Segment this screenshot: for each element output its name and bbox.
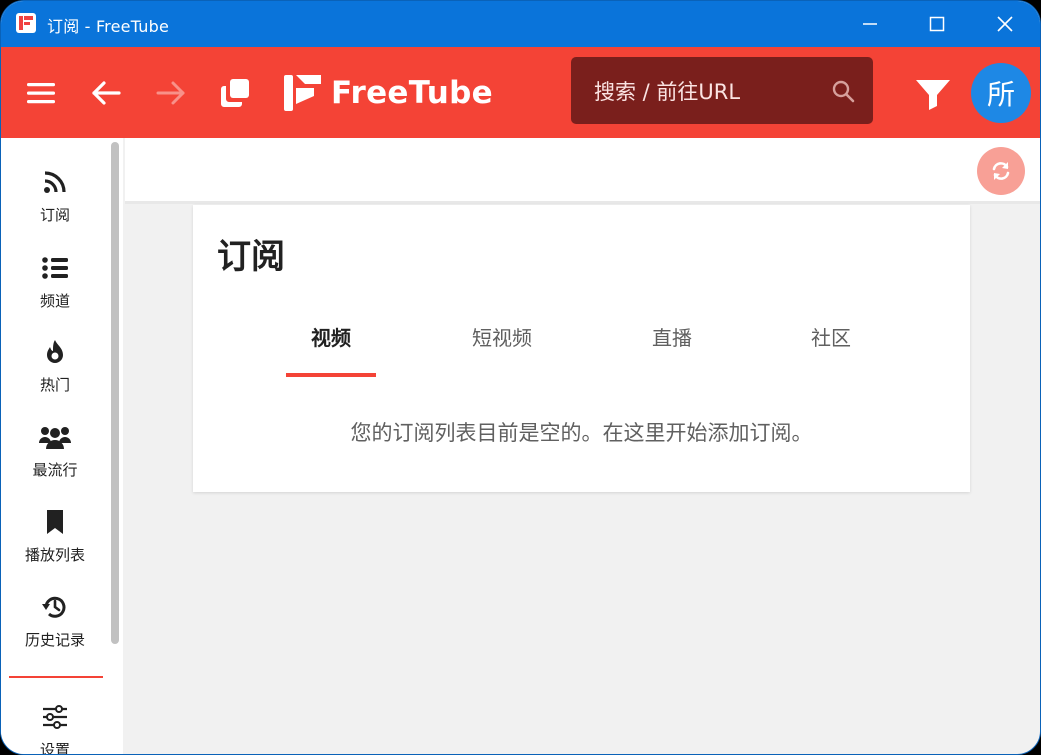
app-window: 订阅 - FreeTube FreeTube 搜索 / 前往URL 所 订阅 频… (0, 0, 1041, 755)
sidebar-item-label: 热门 (39, 376, 70, 394)
fire-icon (47, 340, 63, 363)
freetube-logo-icon (284, 75, 321, 111)
maximize-icon (929, 16, 945, 32)
sidebar-item-playlists[interactable]: 播放列表 (1, 506, 109, 586)
close-icon (997, 16, 1013, 32)
arrow-left-icon (92, 81, 121, 105)
top-sub-bar (125, 138, 1040, 204)
bookmark-icon (47, 510, 63, 534)
search-box (571, 57, 873, 126)
sidebar-item-label: 最流行 (32, 461, 78, 479)
sidebar-item-trending[interactable]: 热门 (1, 336, 109, 416)
arrow-right-icon (156, 81, 185, 105)
sidebar-item-channels[interactable]: 频道 (1, 252, 109, 332)
sidebar-item-settings[interactable]: 设置 (1, 701, 109, 755)
users-icon (39, 427, 71, 449)
search-icon[interactable] (831, 79, 855, 103)
title-bar: 订阅 - FreeTube (1, 1, 1040, 47)
subscriptions-card: 订阅 视频 短视频 直播 社区 您的订阅列表目前是空的。在这里开始添加订阅。 (193, 205, 970, 492)
close-button[interactable] (982, 1, 1028, 47)
rss-icon (44, 171, 66, 193)
window-title: 订阅 - FreeTube (47, 17, 169, 36)
sidebar-item-label: 订阅 (39, 206, 70, 224)
new-window-button[interactable] (217, 75, 253, 111)
refresh-icon (992, 162, 1010, 180)
tab-live[interactable]: 直播 (627, 323, 717, 373)
sliders-icon (43, 705, 67, 729)
sidebar: 订阅 频道 热门 最流行 播放列表 历史记录 设置 (1, 138, 123, 755)
logo-text: FreeTube (331, 75, 493, 111)
history-icon (42, 596, 66, 618)
tab-shorts[interactable]: 短视频 (447, 323, 557, 373)
hamburger-icon (27, 83, 55, 104)
maximize-button[interactable] (914, 1, 960, 47)
search-input[interactable] (571, 57, 836, 126)
clone-icon (221, 79, 249, 107)
menu-button[interactable] (23, 75, 59, 111)
profile-avatar[interactable]: 所 (971, 63, 1031, 123)
sidebar-item-label: 频道 (39, 292, 70, 310)
back-button[interactable] (88, 75, 124, 111)
tab-community[interactable]: 社区 (786, 323, 876, 373)
freetube-logo[interactable]: FreeTube (283, 73, 493, 113)
minimize-button[interactable] (847, 1, 893, 47)
sidebar-scrollbar[interactable] (111, 142, 119, 644)
page-title: 订阅 (217, 237, 285, 277)
freetube-app-icon (16, 13, 36, 33)
list-icon (42, 257, 68, 279)
sidebar-item-subscriptions[interactable]: 订阅 (1, 166, 109, 246)
refresh-button[interactable] (977, 147, 1025, 195)
sidebar-item-label: 历史记录 (24, 631, 85, 649)
avatar-letter: 所 (986, 78, 1015, 111)
filter-icon[interactable] (913, 77, 953, 111)
sidebar-divider (9, 676, 103, 678)
tab-videos[interactable]: 视频 (286, 323, 376, 373)
forward-button[interactable] (153, 75, 189, 111)
top-nav: FreeTube 所 (1, 47, 1040, 138)
sidebar-item-label: 设置 (39, 741, 70, 755)
active-tab-indicator (286, 373, 376, 377)
minimize-icon (863, 23, 877, 25)
sidebar-item-popular[interactable]: 最流行 (1, 421, 109, 501)
sidebar-item-history[interactable]: 历史记录 (1, 591, 109, 671)
sidebar-item-label: 播放列表 (24, 546, 85, 564)
empty-subscriptions-message: 您的订阅列表目前是空的。在这里开始添加订阅。 (350, 421, 813, 445)
